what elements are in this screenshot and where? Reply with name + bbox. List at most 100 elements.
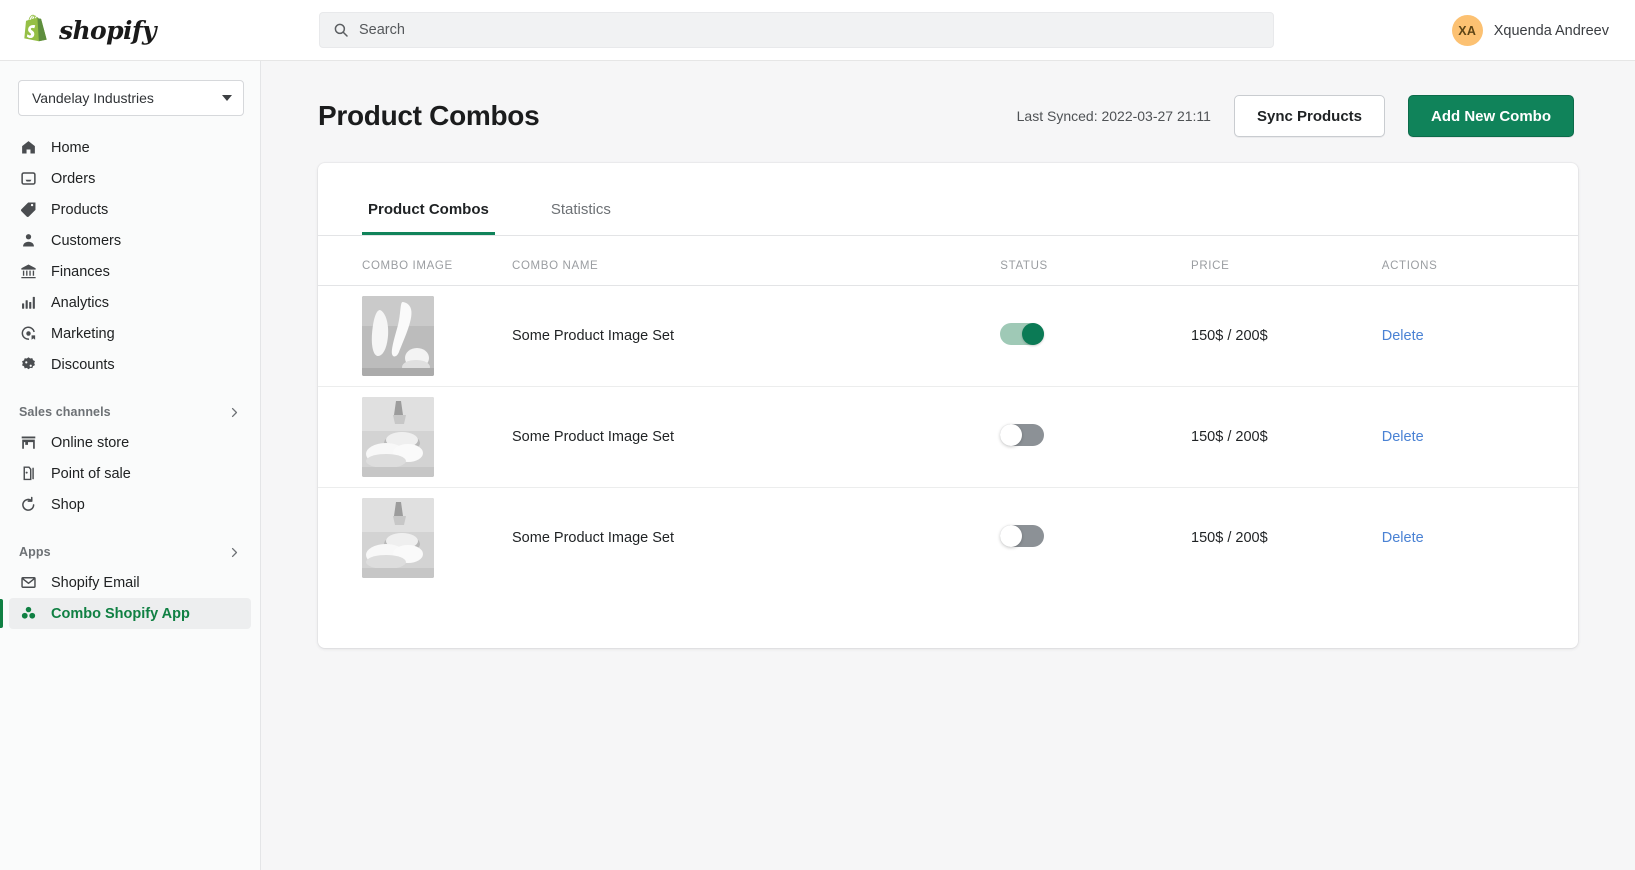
table-body: Some Product Image Set 150$ / 200$ Delet… (318, 285, 1578, 589)
combos-table: COMBO IMAGE COMBO NAME STATUS PRICE ACTI… (318, 236, 1578, 589)
store-switcher[interactable]: Vandelay Industries (18, 80, 244, 116)
search-box[interactable] (319, 12, 1274, 48)
status-toggle[interactable] (1000, 524, 1045, 547)
tab-product-combos[interactable]: Product Combos (362, 201, 495, 235)
combos-card: Product Combos Statistics COMBO IMAGE CO… (318, 163, 1578, 648)
search-input[interactable] (359, 22, 1260, 38)
combo-thumbnail[interactable] (362, 397, 434, 477)
sidebar-section-apps[interactable]: Apps (9, 537, 251, 567)
sidebar-item-label: Shop (51, 496, 85, 513)
orders-inbox-icon (19, 169, 38, 188)
sidebar-item-label: Customers (51, 232, 122, 249)
chevron-right-icon (231, 547, 238, 557)
column-header-combo-image: COMBO IMAGE (318, 236, 512, 286)
app-root: shopify XA Xquenda Andreev Vandelay Indu… (0, 0, 1635, 870)
sidebar-item-label: Products (51, 201, 109, 218)
primary-nav: Home Orders Products Customers Finances … (0, 132, 260, 629)
sidebar-item-shop[interactable]: Shop (9, 489, 251, 520)
cell-price: 150$ / 200$ (1191, 285, 1382, 387)
cell-status (1000, 488, 1191, 589)
sidebar-item-marketing[interactable]: Marketing (9, 318, 251, 349)
add-new-combo-button[interactable]: Add New Combo (1408, 95, 1574, 137)
combo-name-text: Some Product Image Set (512, 530, 674, 547)
user-name: Xquenda Andreev (1493, 22, 1609, 39)
delete-link[interactable]: Delete (1382, 328, 1424, 344)
combo-name-text: Some Product Image Set (512, 328, 674, 344)
cell-combo-image (318, 285, 512, 387)
avatar: XA (1451, 15, 1483, 46)
table-header-row: COMBO IMAGE COMBO NAME STATUS PRICE ACTI… (318, 236, 1578, 286)
cell-status (1000, 285, 1192, 387)
marketing-target-icon (19, 324, 38, 343)
delete-link[interactable]: Delete (1382, 530, 1424, 546)
shopify-logo[interactable]: shopify (0, 0, 300, 61)
sidebar-item-orders[interactable]: Orders (9, 163, 251, 194)
sidebar-item-label: Discounts (51, 356, 115, 373)
cell-price: 150$ / 200$ (1191, 386, 1382, 488)
cell-combo-name: Some Product Image Set (512, 285, 1001, 387)
product-photo-2 (362, 397, 434, 477)
last-synced-label: Last Synced: 2022-03-27 21:11 (1016, 108, 1211, 124)
search-icon (334, 23, 348, 37)
tab-statistics[interactable]: Statistics (545, 201, 617, 235)
shop-icon (19, 495, 38, 514)
table-head: COMBO IMAGE COMBO NAME STATUS PRICE ACTI… (318, 236, 1578, 286)
sidebar-section-title: Sales channels (19, 405, 111, 419)
page-title: Product Combos (318, 100, 540, 131)
delete-link[interactable]: Delete (1382, 429, 1424, 445)
toggle-knob (1022, 322, 1045, 345)
finances-bank-icon (19, 262, 38, 281)
shopify-wordmark: shopify (59, 15, 157, 45)
sync-products-button[interactable]: Sync Products (1233, 95, 1385, 137)
sidebar-item-online-store[interactable]: Online store (9, 427, 251, 458)
toggle-knob (1000, 423, 1023, 446)
top-bar: shopify XA Xquenda Andreev (0, 0, 1635, 61)
product-photo-3 (362, 498, 434, 579)
sidebar-item-label: Online store (51, 434, 130, 451)
sidebar-item-label: Analytics (51, 294, 110, 311)
sidebar-item-customers[interactable]: Customers (9, 225, 251, 256)
combo-name-text: Some Product Image Set (512, 429, 674, 445)
sidebar-item-home[interactable]: Home (9, 132, 251, 163)
sidebar-item-label: Combo Shopify App (51, 605, 190, 622)
sidebar-item-label: Home (51, 139, 90, 156)
main-content: Product Combos Last Synced: 2022-03-27 2… (261, 61, 1635, 870)
status-toggle[interactable] (1000, 322, 1045, 345)
column-header-combo-name: COMBO NAME (512, 236, 1001, 286)
cell-combo-image (318, 488, 512, 589)
analytics-bars-icon (19, 293, 38, 312)
product-photo-1 (362, 296, 434, 376)
sidebar-item-label: Marketing (51, 325, 115, 342)
online-store-icon (19, 433, 38, 452)
table-row: Some Product Image Set 150$ / 200$ Delet… (318, 488, 1578, 589)
sidebar-item-finances[interactable]: Finances (9, 256, 251, 287)
cell-price: 150$ / 200$ (1191, 488, 1382, 589)
sidebar-item-label: Point of sale (51, 465, 131, 482)
customers-person-icon (19, 231, 38, 250)
cell-status (1000, 386, 1192, 488)
sidebar-item-products[interactable]: Products (9, 194, 251, 225)
sidebar-item-combo-shopify-app[interactable]: Combo Shopify App (0, 598, 251, 629)
sidebar-item-label: Shopify Email (51, 574, 140, 591)
shopify-bag-icon (24, 14, 47, 42)
store-switcher-label: Vandelay Industries (32, 90, 154, 106)
sidebar-item-label: Orders (51, 170, 96, 187)
user-menu[interactable]: XA Xquenda Andreev (1451, 0, 1609, 61)
email-envelope-icon (19, 573, 38, 592)
sidebar-section-sales-channels[interactable]: Sales channels (9, 397, 251, 427)
chevron-down-icon (222, 95, 232, 101)
search-container (319, 12, 1274, 48)
products-tag-icon (19, 200, 38, 219)
price-text: 150$ / 200$ (1191, 530, 1268, 547)
status-toggle[interactable] (1000, 423, 1045, 446)
combo-thumbnail[interactable] (362, 296, 434, 376)
sidebar-item-analytics[interactable]: Analytics (9, 287, 251, 318)
combo-thumbnail[interactable] (362, 498, 434, 579)
column-header-status: STATUS (1000, 236, 1192, 286)
table-row: Some Product Image Set 150$ / 200$ Delet… (318, 285, 1578, 387)
sidebar-item-point-of-sale[interactable]: Point of sale (9, 458, 251, 489)
sidebar-item-shopify-email[interactable]: Shopify Email (9, 567, 251, 598)
toggle-knob (1000, 524, 1023, 547)
sidebar-item-discounts[interactable]: Discounts (9, 349, 251, 380)
sidebar-item-label: Finances (51, 263, 110, 280)
